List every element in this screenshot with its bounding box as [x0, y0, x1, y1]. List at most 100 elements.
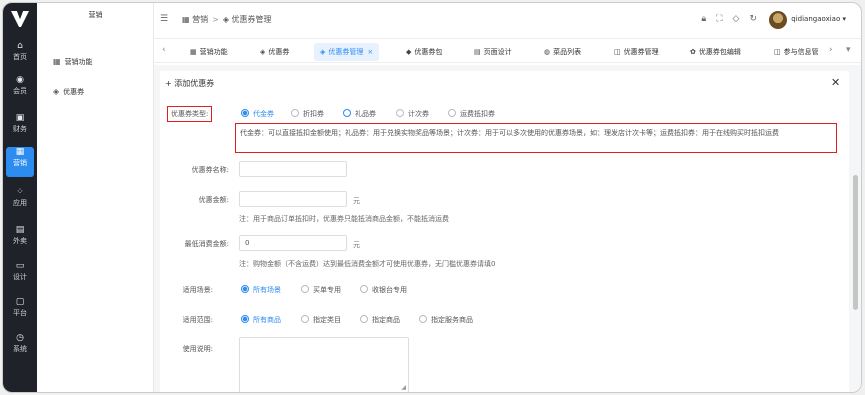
tabs-left-arrow-icon[interactable]: ‹	[162, 45, 166, 55]
radio-freight-coupon[interactable]: 运费抵扣券	[448, 109, 495, 119]
gear-icon: ✿	[690, 48, 696, 56]
tab-page-design[interactable]: ▤ 页面设计	[474, 43, 512, 61]
tab-coupon-manage[interactable]: ◈ 优惠券管理 ×	[314, 43, 380, 61]
usage-label: 使用说明:	[182, 345, 213, 353]
min-spend-label: 最低消费金额:	[184, 240, 229, 248]
marketing-icon: ▦	[15, 147, 25, 157]
tab-marketing-functions[interactable]: ▦ 营销功能	[190, 43, 228, 61]
coupon-icon: ◈	[320, 48, 326, 56]
header-tools: 🔒︎ ⛶ ◇ ↻	[691, 14, 757, 24]
scene-label: 适用场景:	[182, 286, 213, 294]
apps-icon: ⁘	[16, 187, 24, 197]
lock-icon[interactable]: 🔒︎	[701, 14, 706, 24]
rail-item-finance[interactable]: ▣ 财务	[3, 113, 37, 145]
tab-coupon-manage-2[interactable]: ◫ 优惠券管理	[614, 43, 659, 61]
radio-range-goods[interactable]: 指定商品	[360, 315, 400, 325]
tab-coupon-pack-edit[interactable]: ✿ 优惠券包编辑	[690, 43, 741, 61]
radio-scene-cashier[interactable]: 收银台专用	[360, 285, 407, 295]
amount-note: 注：用于商品订单抵扣时，优惠券只能抵消商品金额，不能抵消运费	[239, 215, 449, 223]
radio-dot	[291, 109, 299, 117]
radio-scene-all[interactable]: 所有场景	[241, 285, 281, 295]
takeout-icon: ▤	[15, 225, 25, 235]
rail-item-marketing[interactable]: ▦ 营销	[6, 147, 34, 177]
page-icon: ▤	[474, 48, 481, 56]
radio-dot	[448, 109, 456, 117]
min-spend-input[interactable]: 0	[239, 235, 347, 251]
avatar[interactable]	[769, 11, 787, 29]
radio-scene-pay[interactable]: 买单专用	[301, 285, 341, 295]
radio-dot	[419, 315, 427, 323]
rail-item-platform[interactable]: ▢ 平台	[3, 297, 37, 329]
finance-icon: ▣	[15, 113, 25, 123]
sub-nav: 营销 ▦ 营销功能 ◈ 优惠券	[37, 3, 154, 392]
tab-participant-info[interactable]: ◫ 参与信息管	[774, 43, 819, 61]
radio-dot	[360, 315, 368, 323]
grid-icon: ▦	[190, 48, 197, 56]
tab-dish-list[interactable]: ◍ 菜品列表	[544, 43, 581, 61]
radio-range-service[interactable]: 指定服务商品	[419, 315, 473, 325]
tab-coupon-pack[interactable]: ◆ 优惠券包	[406, 43, 442, 61]
coupon-type-description: 代金券：可以直接抵扣金额使用；礼品券：用于兑换实物奖品等场景；计次券：用于可以多…	[235, 123, 837, 153]
radio-dot	[301, 285, 309, 293]
close-tab-icon[interactable]: ×	[367, 48, 373, 56]
fullscreen-icon[interactable]: ⛶	[716, 14, 722, 24]
usage-textarea[interactable]: ◢	[239, 337, 409, 392]
main-rail: ⌂ 首页 ◉ 会员 ▣ 财务 ▦ 营销 ⁘ 应用 ▤ 外卖 ▭ 设计 ▢ 平台 ◷ 系统	[3, 3, 37, 392]
coupon-amount-label: 优惠金额:	[198, 196, 229, 204]
amount-unit: 元	[353, 197, 360, 205]
scrollbar[interactable]	[852, 63, 859, 392]
tabs-menu-icon[interactable]: ▾	[846, 45, 851, 55]
member-icon: ◉	[16, 75, 24, 85]
radio-dot	[241, 109, 249, 117]
radio-count-coupon[interactable]: 计次券	[396, 109, 429, 119]
app-logo-icon	[11, 11, 29, 27]
breadcrumb-item-marketing[interactable]: 营销	[192, 15, 208, 24]
min-spend-unit: 元	[353, 241, 360, 249]
chevron-down-icon: ▾	[842, 15, 846, 23]
subnav-title: 营销	[88, 11, 103, 19]
rail-item-design[interactable]: ▭ 设计	[3, 261, 37, 293]
radio-discount-coupon[interactable]: 折扣券	[291, 109, 324, 119]
rail-item-takeout[interactable]: ▤ 外卖	[3, 225, 37, 257]
radio-dot	[360, 285, 368, 293]
rail-item-member[interactable]: ◉ 会员	[3, 75, 37, 107]
coupon-amount-input[interactable]	[239, 191, 347, 207]
folder-icon: ◫	[614, 48, 621, 56]
scrollbar-thumb[interactable]	[853, 175, 858, 310]
home-icon: ⌂	[17, 41, 23, 51]
rail-item-apps[interactable]: ⁘ 应用	[3, 187, 37, 219]
close-icon[interactable]: ✕	[831, 76, 840, 89]
breadcrumb: ▦ 营销 > ◈ 优惠券管理	[182, 14, 272, 25]
resize-handle-icon[interactable]: ◢	[401, 384, 406, 391]
app-window: ⌂ 首页 ◉ 会员 ▣ 财务 ▦ 营销 ⁘ 应用 ▤ 外卖 ▭ 设计 ▢ 平台 ◷ 系统 营销 ▦…	[2, 2, 862, 393]
coupon-name-label: 优惠券名称:	[191, 166, 229, 174]
refresh-icon[interactable]: ↻	[749, 14, 757, 24]
subnav-item-marketing-functions[interactable]: ▦ 营销功能	[53, 57, 93, 67]
radio-gift-coupon[interactable]: 礼品券	[343, 109, 376, 119]
rail-item-home[interactable]: ⌂ 首页	[3, 41, 37, 73]
grid-icon: ▦	[53, 57, 61, 66]
radio-range-all[interactable]: 所有商品	[241, 315, 281, 325]
range-label: 适用范围:	[182, 316, 213, 324]
tabs-right-arrow-icon[interactable]: ›	[829, 45, 833, 55]
radio-dot	[343, 109, 351, 117]
coupon-name-input[interactable]	[239, 161, 347, 177]
collapse-menu-icon[interactable]: ☰	[160, 14, 168, 24]
username[interactable]: qidiangaoxiao ▾	[791, 15, 846, 23]
breadcrumb-separator: >	[212, 15, 219, 24]
top-header: ☰ ▦ 营销 > ◈ 优惠券管理 🔒︎ ⛶ ◇ ↻ qidiangaoxiao ▾	[154, 3, 861, 39]
radio-dot	[396, 109, 404, 117]
folder-icon: ◫	[774, 48, 781, 56]
rail-item-system[interactable]: ◷ 系统	[3, 333, 37, 365]
radio-range-category[interactable]: 指定类目	[301, 315, 341, 325]
subnav-item-coupon[interactable]: ◈ 优惠券	[53, 87, 84, 97]
radio-dot	[301, 315, 309, 323]
tab-coupon[interactable]: ◈ 优惠券	[260, 43, 289, 61]
min-spend-note: 注：购物金额（不含运费）达到最低消费金额才可使用优惠券，无门槛优惠券请填0	[239, 260, 496, 268]
skin-icon[interactable]: ◇	[733, 14, 740, 24]
radio-cash-coupon[interactable]: 代金券	[241, 109, 274, 119]
coupon-icon: ◈	[222, 15, 232, 24]
platform-icon: ▢	[15, 297, 25, 307]
coupon-type-label: 优惠券类型:	[167, 106, 213, 122]
dish-icon: ◍	[544, 48, 551, 56]
